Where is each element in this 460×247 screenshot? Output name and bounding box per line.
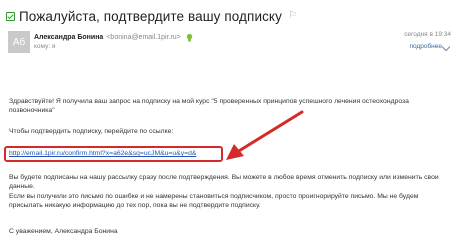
- sender-info: Александра Бонина <bonina@email.1pir.ru>: [34, 33, 194, 42]
- highlight-arrow: [226, 110, 304, 160]
- body-info-ignore: Если вы получили это письмо по ошибке и …: [9, 193, 419, 209]
- body-signature: С уважением, Александра Бонина: [9, 228, 118, 235]
- chevron-down-icon[interactable]: [441, 42, 451, 52]
- email-date: сегодня в 19:34: [404, 31, 451, 38]
- sender-badge-icon: [186, 33, 192, 42]
- recipient-line: кому: я: [34, 43, 56, 50]
- details-link[interactable]: подробнее: [409, 43, 442, 50]
- sender-name[interactable]: Александра Бонина: [34, 34, 103, 41]
- check-icon: [6, 11, 15, 21]
- sender-email[interactable]: <bonina@email.1pir.ru>: [106, 34, 180, 41]
- email-header: Пожалуйста, подтвердите вашу подписку ⚐: [6, 6, 297, 26]
- email-subject: Пожалуйста, подтвердите вашу подписку: [19, 8, 282, 24]
- avatar[interactable]: Аб: [8, 31, 30, 53]
- flag-icon[interactable]: ⚐: [288, 11, 297, 21]
- body-info-subscribe: Вы будете подписаны на нашу рассылку сра…: [9, 174, 439, 190]
- confirm-subscription-link[interactable]: http://email.1pir.ru/confirm.html?x=a62e…: [9, 150, 196, 157]
